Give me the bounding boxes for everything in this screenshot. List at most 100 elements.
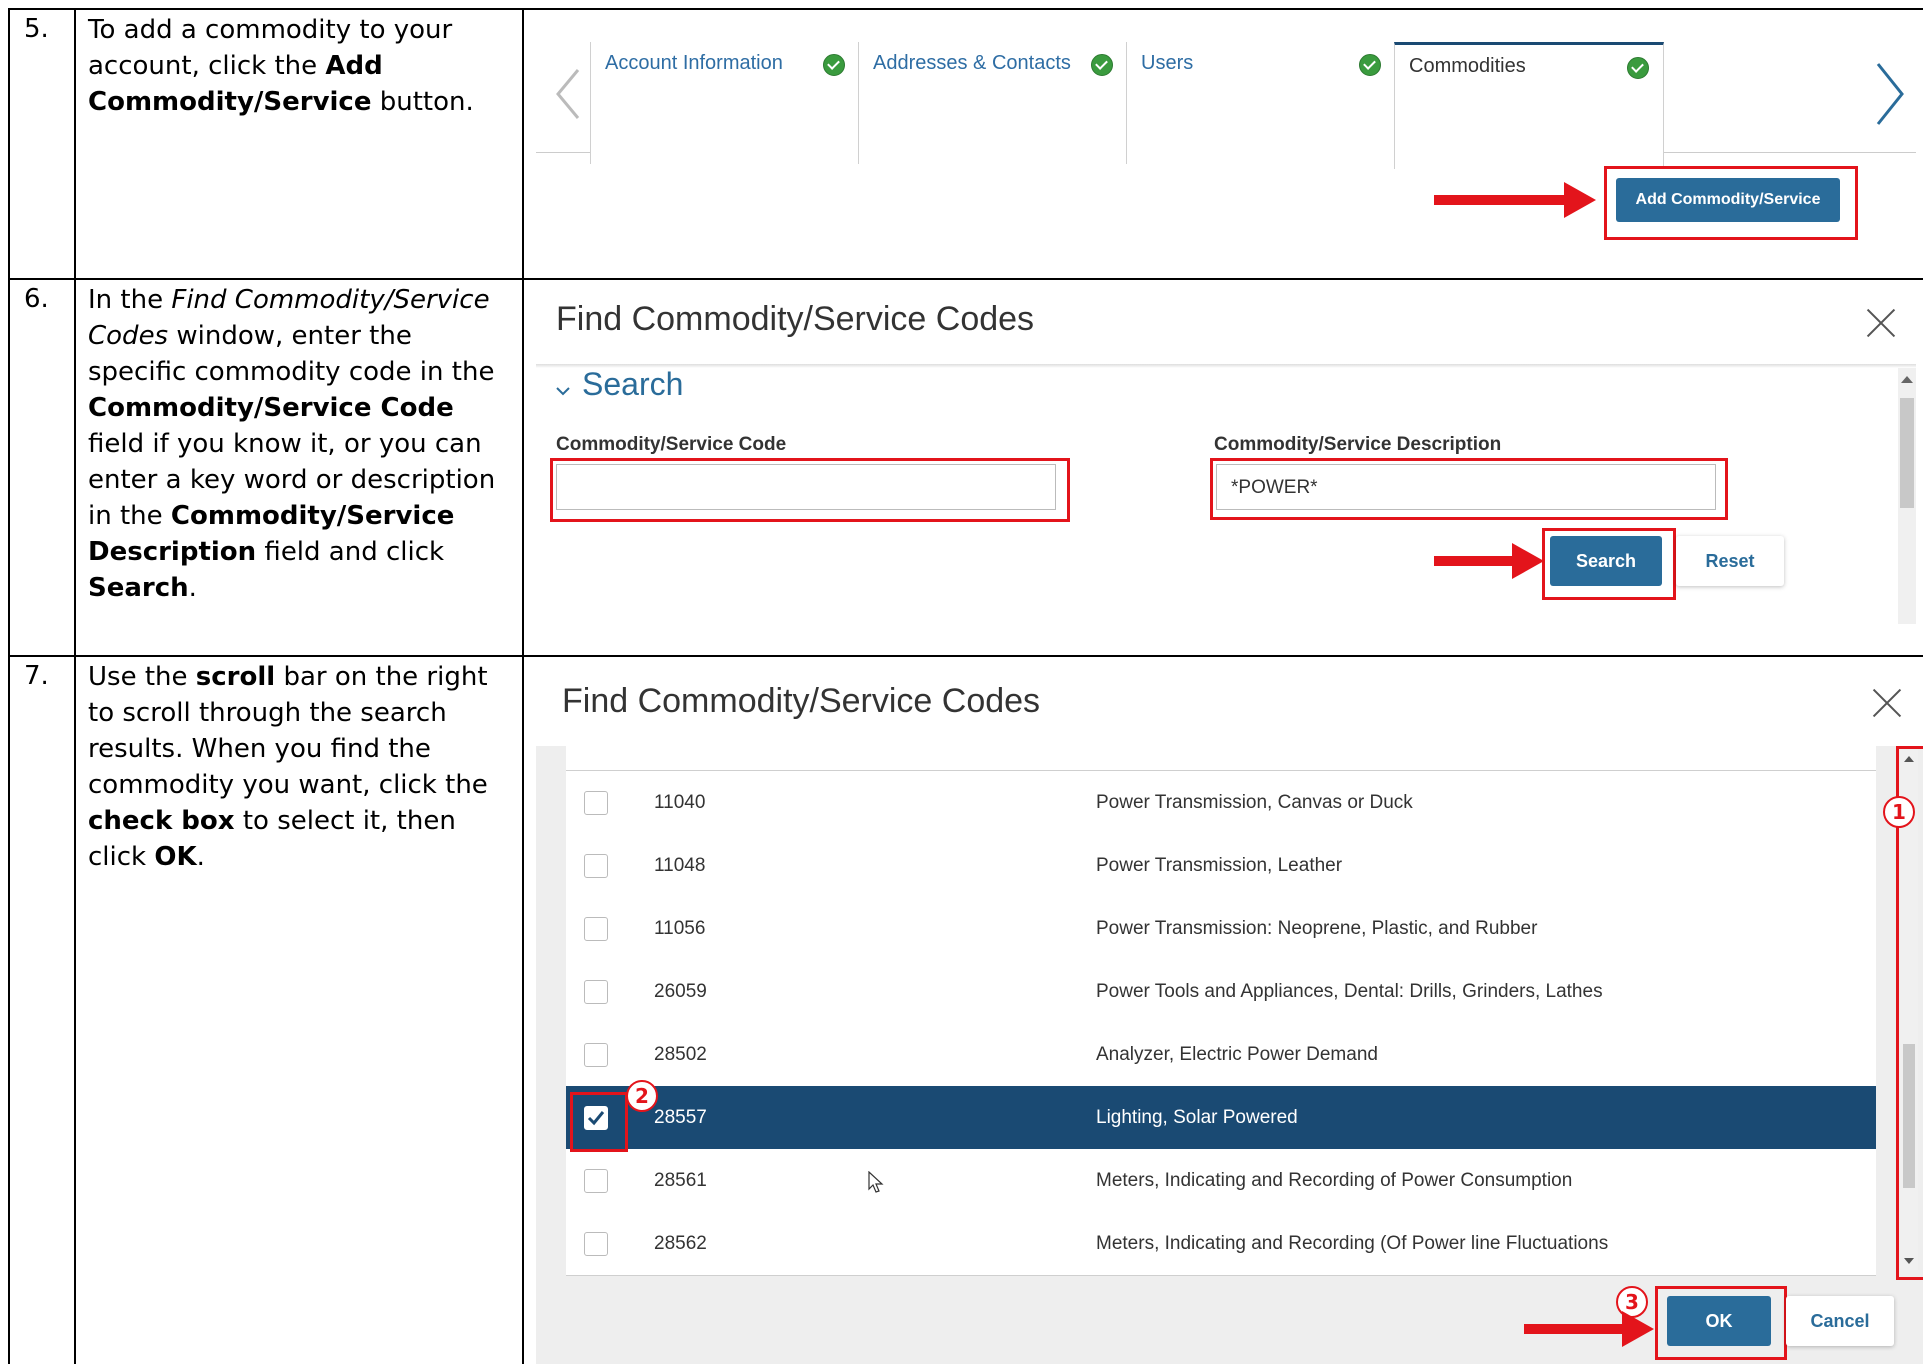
- commodity-description: Power Transmission, Leather: [1096, 855, 1343, 876]
- table-row[interactable]: 28562 Meters, Indicating and Recording (…: [566, 1212, 1876, 1276]
- search-dialog: Find Commodity/Service Codes Search Comm…: [536, 286, 1916, 624]
- highlight-box: [1210, 458, 1728, 520]
- step-number: 7.: [24, 661, 49, 691]
- check-circle-icon: [1359, 54, 1381, 76]
- row-checkbox[interactable]: [584, 917, 608, 941]
- check-circle-icon: [1091, 54, 1113, 76]
- table-row[interactable]: 11040 Power Transmission, Canvas or Duck: [566, 771, 1876, 835]
- desc-field-label: Commodity/Service Description: [1214, 434, 1502, 455]
- commodity-description: Meters, Indicating and Recording (Of Pow…: [1096, 1233, 1609, 1254]
- instruction-emphasis: scroll: [195, 662, 276, 692]
- tab-label: Commodities: [1409, 55, 1526, 77]
- tab-account-information[interactable]: Account Information: [590, 42, 860, 164]
- table-row-divider-2: [8, 655, 1923, 657]
- step-instruction: Use the scroll bar on the right to scrol…: [88, 659, 508, 875]
- commodity-description: Power Transmission, Canvas or Duck: [1096, 792, 1413, 813]
- dialog-header-divider: [536, 364, 1916, 368]
- check-circle-icon: [1627, 57, 1649, 79]
- highlight-box: [570, 1092, 628, 1152]
- red-arrow-head: [1564, 182, 1596, 218]
- highlight-box: [1604, 166, 1858, 240]
- table-row[interactable]: 28502 Analyzer, Electric Power Demand: [566, 1023, 1876, 1087]
- red-arrow: [1524, 1324, 1624, 1334]
- instruction-text: field and click: [256, 537, 445, 567]
- check-circle-icon: [823, 54, 845, 76]
- tab-commodities[interactable]: Commodities: [1394, 42, 1664, 169]
- red-arrow: [1434, 556, 1514, 566]
- table-row[interactable]: 26059 Power Tools and Appliances, Dental…: [566, 960, 1876, 1024]
- step-instruction: In the Find Commodity/Service Codes wind…: [88, 282, 508, 606]
- instruction-emphasis: check box: [88, 806, 235, 836]
- chevron-down-icon[interactable]: [554, 382, 572, 400]
- step-number: 5.: [24, 14, 49, 44]
- dialog-title: Find Commodity/Service Codes: [562, 682, 1041, 720]
- reset-button[interactable]: Reset: [1676, 536, 1784, 586]
- highlight-box: [1655, 1286, 1787, 1360]
- instruction-text: In the: [88, 285, 172, 315]
- commodity-code: 11048: [654, 855, 706, 876]
- table-border-left: [8, 8, 10, 1364]
- commodity-code: 28502: [654, 1044, 707, 1065]
- red-arrow-head: [1512, 543, 1544, 579]
- dialog-title: Find Commodity/Service Codes: [556, 300, 1035, 338]
- row-checkbox[interactable]: [584, 1169, 608, 1193]
- commodity-description: Analyzer, Electric Power Demand: [1096, 1044, 1378, 1065]
- scrollbar-thumb[interactable]: [1900, 398, 1914, 508]
- table-row-selected[interactable]: 28557 Lighting, Solar Powered: [566, 1086, 1876, 1150]
- commodity-description: Power Tools and Appliances, Dental: Dril…: [1096, 981, 1603, 1002]
- table-col-divider-2: [522, 8, 524, 1364]
- tab-label: Account Information: [605, 52, 783, 74]
- tab-users[interactable]: Users: [1126, 42, 1396, 164]
- cursor-arrow-icon: [868, 1171, 884, 1193]
- row-checkbox[interactable]: [584, 791, 608, 815]
- commodity-code: 11040: [654, 792, 706, 813]
- commodity-code: 11056: [654, 918, 706, 939]
- highlight-box: [1542, 528, 1676, 600]
- instruction-text: button.: [371, 87, 474, 117]
- callout-number: 2: [626, 1080, 658, 1112]
- step-instruction: To add a commodity to your account, clic…: [88, 12, 508, 120]
- commodity-code: 28557: [654, 1107, 707, 1128]
- commodity-code: 28562: [654, 1233, 707, 1254]
- instruction-text: Use the: [88, 662, 196, 692]
- scroll-up-arrow-icon[interactable]: [1901, 376, 1913, 383]
- tab-label: Addresses & Contacts: [873, 52, 1071, 74]
- chevron-right-icon[interactable]: [1866, 54, 1910, 134]
- instruction-text: .: [196, 842, 205, 872]
- row-checkbox[interactable]: [584, 1043, 608, 1067]
- search-section-label[interactable]: Search: [582, 366, 683, 403]
- table-row[interactable]: 11048 Power Transmission, Leather: [566, 834, 1876, 898]
- commodity-description: Meters, Indicating and Recording of Powe…: [1096, 1170, 1573, 1191]
- step-number: 6.: [24, 284, 49, 314]
- close-icon[interactable]: [1872, 688, 1902, 718]
- commodity-description: Power Transmission: Neoprene, Plastic, a…: [1096, 918, 1538, 939]
- close-icon[interactable]: [1866, 308, 1896, 338]
- red-arrow: [1434, 195, 1566, 205]
- tabs-screenshot: Account Information Addresses & Contacts…: [536, 12, 1916, 244]
- table-row-divider-1: [8, 278, 1923, 280]
- row-checkbox[interactable]: [584, 854, 608, 878]
- instruction-text: To add a commodity to your account, clic…: [88, 15, 453, 81]
- callout-number: 1: [1883, 796, 1915, 828]
- tab-label: Users: [1141, 52, 1194, 74]
- tab-addresses-contacts[interactable]: Addresses & Contacts: [858, 42, 1128, 164]
- code-field-label: Commodity/Service Code: [556, 434, 787, 455]
- instruction-emphasis: Search: [88, 573, 189, 603]
- row-checkbox[interactable]: [584, 1232, 608, 1256]
- instruction-emphasis: OK: [154, 842, 197, 872]
- chevron-left-icon[interactable]: [550, 64, 590, 124]
- highlight-box: [550, 458, 1070, 522]
- partial-row: [566, 744, 1876, 771]
- table-row[interactable]: 28561 Meters, Indicating and Recording o…: [566, 1149, 1876, 1213]
- red-arrow-head: [1622, 1311, 1654, 1347]
- table-row[interactable]: 11056 Power Transmission: Neoprene, Plas…: [566, 897, 1876, 961]
- instruction-emphasis: Commodity/Service Code: [88, 393, 454, 423]
- instruction-text: .: [188, 573, 197, 603]
- table-col-divider-1: [74, 8, 76, 1364]
- commodity-code: 28561: [654, 1170, 707, 1191]
- row-checkbox[interactable]: [584, 980, 608, 1004]
- commodity-description: Lighting, Solar Powered: [1096, 1107, 1298, 1128]
- table-border-top: [8, 8, 1923, 10]
- cancel-button[interactable]: Cancel: [1786, 1296, 1894, 1346]
- commodity-code: 26059: [654, 981, 707, 1002]
